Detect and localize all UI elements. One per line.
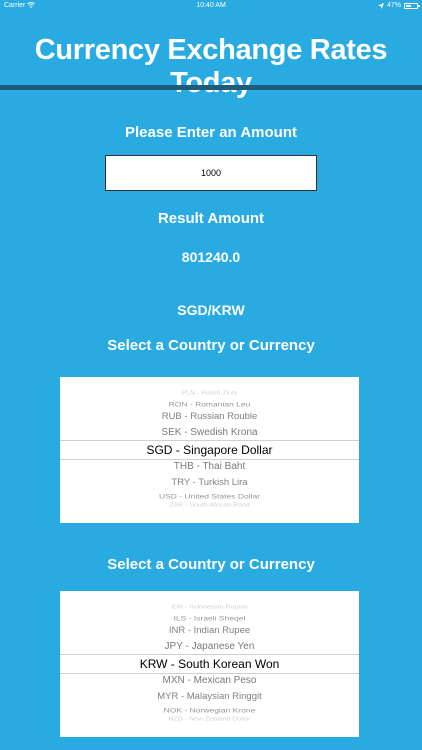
title-divider: [0, 85, 422, 90]
picker-item[interactable]: JPY - Japanese Yen: [60, 641, 359, 652]
picker-item[interactable]: ILS - Israeli Sheqel: [60, 614, 359, 622]
picker-item[interactable]: INR - Indian Rupee: [60, 625, 359, 636]
picker-from-label: Select a Country or Currency: [107, 337, 315, 354]
amount-input[interactable]: [105, 155, 317, 191]
result-value: 801240.0: [181, 249, 241, 265]
battery-percent: 47%: [386, 2, 401, 9]
status-bar: Carrier 10:40 AM 47%: [0, 0, 422, 12]
amount-label: Please Enter an Amount: [125, 124, 297, 141]
picker-selected-item[interactable]: SGD - Singapore Dollar: [60, 443, 359, 457]
currency-picker-from[interactable]: PLN - Polish Zloty RON - Romanian Leu RUB …: [60, 377, 359, 523]
picker-item[interactable]: IDR - Indonesian Rupiah: [60, 605, 359, 610]
clock: 10:40 AM: [196, 2, 226, 9]
page-title: Currency Exchange Rates Today: [34, 34, 388, 99]
picker-item[interactable]: NZD - New Zealand Dollar: [60, 717, 359, 722]
location-arrow-icon: [377, 2, 384, 9]
picker-item[interactable]: RON - Romanian Leu: [60, 400, 359, 408]
picker-item[interactable]: MXN - Mexican Peso: [60, 675, 359, 686]
currency-pair: SGD/KRW: [177, 302, 245, 318]
picker-item[interactable]: PLN - Polish Zloty: [60, 391, 359, 396]
battery-icon: [404, 2, 420, 9]
picker-item[interactable]: ZAR - South African Rand: [60, 503, 359, 508]
currency-picker-to[interactable]: IDR - Indonesian Rupiah ILS - Israeli She…: [60, 591, 359, 737]
picker-item[interactable]: THB - Thai Baht: [60, 461, 359, 472]
status-right: 47%: [377, 2, 420, 9]
picker-item[interactable]: SEK - Swedish Krona: [60, 427, 359, 438]
picker-item[interactable]: NOK - Norwegian Krone: [60, 706, 359, 714]
result-label: Result Amount: [157, 210, 265, 227]
picker-selected-item[interactable]: KRW - South Korean Won: [60, 657, 359, 671]
picker-item[interactable]: USD - United States Dollar: [60, 492, 359, 500]
picker-item[interactable]: RUB - Russian Rouble: [60, 411, 359, 422]
picker-to-label: Select a Country or Currency: [107, 556, 315, 573]
picker-item[interactable]: TRY - Turkish Lira: [60, 477, 359, 488]
picker-item[interactable]: MYR - Malaysian Ringgit: [60, 691, 359, 702]
